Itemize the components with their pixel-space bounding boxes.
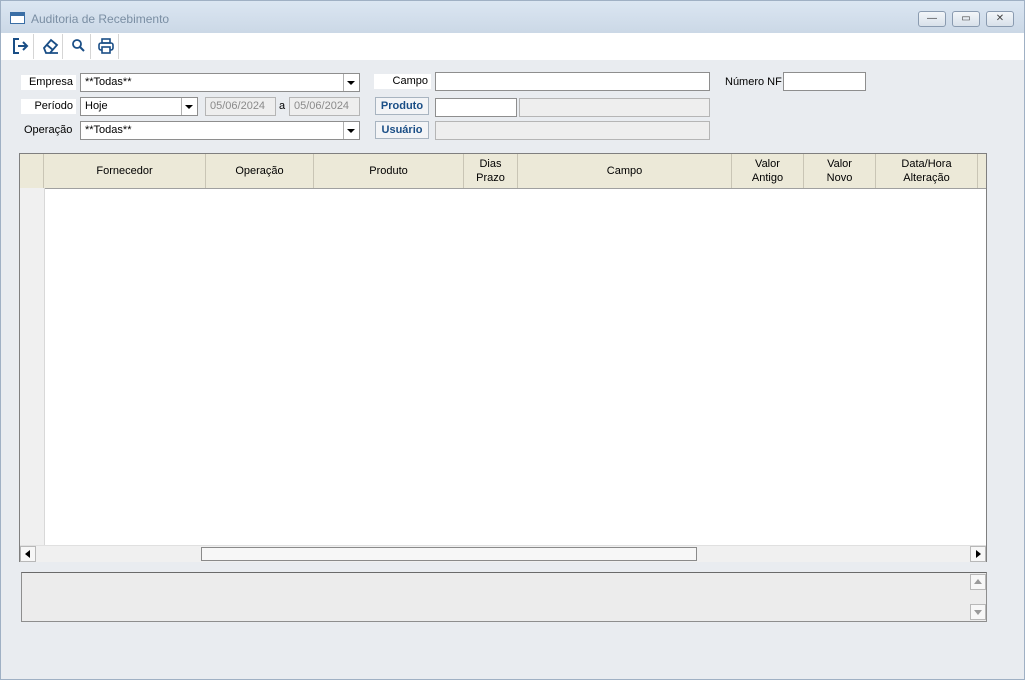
column-header-operacao[interactable]: Operação xyxy=(206,154,314,188)
app-window-icon xyxy=(10,12,25,24)
printer-icon xyxy=(98,38,114,54)
campo-field[interactable] xyxy=(435,72,710,91)
operacao-select[interactable]: **Todas** xyxy=(80,121,360,140)
empresa-label: Empresa xyxy=(21,75,76,90)
column-header-data-hora-alteracao[interactable]: Data/Hora Alteração xyxy=(876,154,978,188)
column-header-produto[interactable]: Produto xyxy=(314,154,464,188)
exit-icon xyxy=(13,38,29,54)
arrow-left-icon xyxy=(25,550,30,558)
numero-nf-label: Número NF xyxy=(725,76,782,88)
search-icon xyxy=(72,39,85,52)
column-header-valor-antigo[interactable]: Valor Antigo xyxy=(732,154,804,188)
column-header-campo[interactable]: Campo xyxy=(518,154,732,188)
scroll-right-button[interactable] xyxy=(970,546,986,562)
date-from-field[interactable]: 05/06/2024 xyxy=(205,97,276,116)
date-separator: a xyxy=(279,100,286,112)
details-memo[interactable] xyxy=(21,572,987,622)
exit-button[interactable] xyxy=(8,34,34,59)
row-indicator-header xyxy=(20,154,44,188)
numero-nf-field[interactable] xyxy=(783,72,866,91)
scroll-thumb[interactable] xyxy=(201,547,697,561)
date-to-field[interactable]: 05/06/2024 xyxy=(289,97,360,116)
eraser-icon xyxy=(42,38,59,54)
clear-button[interactable] xyxy=(37,34,63,59)
arrow-down-icon xyxy=(974,610,982,615)
scroll-left-button[interactable] xyxy=(20,546,36,562)
row-indicator-column xyxy=(20,188,45,545)
search-button[interactable] xyxy=(65,34,91,59)
chevron-down-icon[interactable] xyxy=(343,122,359,139)
horizontal-scrollbar[interactable] xyxy=(20,545,986,562)
title-bar: Auditoria de Recebimento — ▭ ✕ xyxy=(1,1,1024,33)
chevron-down-icon[interactable] xyxy=(343,74,359,91)
grid-header: Fornecedor Operação Produto Dias Prazo C… xyxy=(20,154,986,189)
column-header-valor-novo[interactable]: Valor Novo xyxy=(804,154,876,188)
column-header-fornecedor[interactable]: Fornecedor xyxy=(44,154,206,188)
operacao-label: Operação xyxy=(24,124,73,136)
periodo-label: Período xyxy=(21,99,76,114)
scroll-down-button[interactable] xyxy=(970,604,986,620)
campo-label: Campo xyxy=(374,74,431,89)
arrow-right-icon xyxy=(976,550,981,558)
column-header-dias-prazo[interactable]: Dias Prazo xyxy=(464,154,518,188)
audit-grid[interactable]: Fornecedor Operação Produto Dias Prazo C… xyxy=(19,153,987,562)
minimize-button[interactable]: — xyxy=(918,11,946,27)
usuario-field xyxy=(435,121,710,140)
print-button[interactable] xyxy=(93,34,119,59)
scroll-up-button[interactable] xyxy=(970,574,986,590)
usuario-button[interactable]: Usuário xyxy=(375,121,429,139)
produto-description-field xyxy=(519,98,710,117)
periodo-select[interactable]: Hoje xyxy=(80,97,198,116)
restore-button[interactable]: ▭ xyxy=(952,11,980,27)
toolbar xyxy=(1,33,1024,60)
window-title: Auditoria de Recebimento xyxy=(31,12,170,26)
chevron-down-icon[interactable] xyxy=(181,98,197,115)
empresa-select[interactable]: **Todas** xyxy=(80,73,360,92)
arrow-up-icon xyxy=(974,579,982,584)
close-button[interactable]: ✕ xyxy=(986,11,1014,27)
produto-button[interactable]: Produto xyxy=(375,97,429,115)
main-window: Auditoria de Recebimento — ▭ ✕ Empresa *… xyxy=(0,0,1025,680)
produto-code-field[interactable] xyxy=(435,98,517,117)
